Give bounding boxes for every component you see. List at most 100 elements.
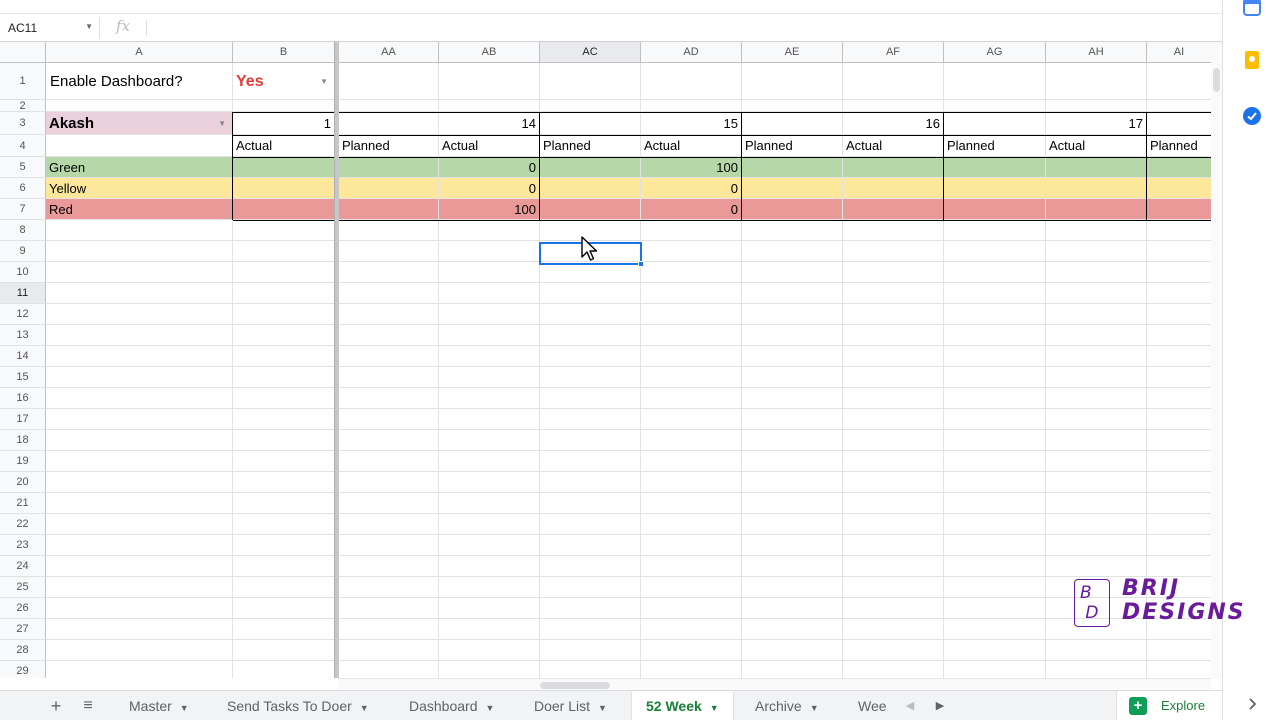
cell-ad13[interactable]: [641, 325, 742, 346]
column-header-af[interactable]: AF: [843, 42, 944, 63]
cell-ai5[interactable]: [1147, 157, 1212, 178]
cell-a16[interactable]: [46, 388, 233, 409]
cell-ae24[interactable]: [742, 556, 843, 577]
row-header[interactable]: 21: [0, 493, 46, 514]
cell-ab5[interactable]: 0: [439, 157, 540, 178]
cell-ah11[interactable]: [1046, 283, 1147, 304]
cell-a8[interactable]: [46, 220, 233, 241]
tasks-icon[interactable]: [1242, 106, 1262, 126]
cell-a7[interactable]: Red: [46, 199, 233, 220]
cell-ag16[interactable]: [944, 388, 1046, 409]
cell-aa18[interactable]: [339, 430, 439, 451]
cell-ac20[interactable]: [540, 472, 641, 493]
row-header[interactable]: 5: [0, 157, 46, 178]
keep-icon[interactable]: [1242, 50, 1262, 70]
cell-ab14[interactable]: [439, 346, 540, 367]
cell-ah12[interactable]: [1046, 304, 1147, 325]
cell-ah9[interactable]: [1046, 241, 1147, 262]
cell-ac18[interactable]: [540, 430, 641, 451]
cell-ac13[interactable]: [540, 325, 641, 346]
sheet-tab-week-truncated[interactable]: Wee: [844, 691, 892, 720]
cell-ae10[interactable]: [742, 262, 843, 283]
cell-ae9[interactable]: [742, 241, 843, 262]
cell-ae19[interactable]: [742, 451, 843, 472]
cell-ab25[interactable]: [439, 577, 540, 598]
cell-ac22[interactable]: [540, 514, 641, 535]
cell-ag7[interactable]: [944, 199, 1046, 220]
row-header[interactable]: 19: [0, 451, 46, 472]
cell-af25[interactable]: [843, 577, 944, 598]
select-all-corner[interactable]: [0, 42, 46, 63]
cell-ag3[interactable]: [944, 112, 1046, 135]
cell-ab16[interactable]: [439, 388, 540, 409]
cell-af11[interactable]: [843, 283, 944, 304]
cell-ah17[interactable]: [1046, 409, 1147, 430]
cell-ae1[interactable]: [742, 63, 843, 100]
cell-ae20[interactable]: [742, 472, 843, 493]
cell-ah16[interactable]: [1046, 388, 1147, 409]
cell-ab11[interactable]: [439, 283, 540, 304]
cell-ac5[interactable]: [540, 157, 641, 178]
cell-ab23[interactable]: [439, 535, 540, 556]
cell-ah10[interactable]: [1046, 262, 1147, 283]
cell-ai7[interactable]: [1147, 199, 1212, 220]
cell-af16[interactable]: [843, 388, 944, 409]
cell-ad11[interactable]: [641, 283, 742, 304]
scroll-thumb[interactable]: [540, 682, 610, 689]
cell-ae27[interactable]: [742, 619, 843, 640]
sheet-tab-archive[interactable]: Archive ▼: [741, 691, 833, 720]
cell-ab24[interactable]: [439, 556, 540, 577]
row-header[interactable]: 8: [0, 220, 46, 241]
cell-a12[interactable]: [46, 304, 233, 325]
cell-b8[interactable]: [233, 220, 335, 241]
cell-af28[interactable]: [843, 640, 944, 661]
cell-ae8[interactable]: [742, 220, 843, 241]
cell-ad25[interactable]: [641, 577, 742, 598]
cell-a18[interactable]: [46, 430, 233, 451]
cell-b19[interactable]: [233, 451, 335, 472]
cell-aa15[interactable]: [339, 367, 439, 388]
column-header-ag[interactable]: AG: [944, 42, 1046, 63]
plus-icon[interactable]: +: [42, 691, 70, 720]
cell-a19[interactable]: [46, 451, 233, 472]
row-header[interactable]: 4: [0, 135, 46, 157]
cell-ah6[interactable]: [1046, 178, 1147, 199]
cell-ag2[interactable]: [944, 100, 1046, 112]
cell-b11[interactable]: [233, 283, 335, 304]
cell-ae12[interactable]: [742, 304, 843, 325]
cell-b6[interactable]: [233, 178, 335, 199]
cell-ac7[interactable]: [540, 199, 641, 220]
row-header[interactable]: 27: [0, 619, 46, 640]
cell-ai10[interactable]: [1147, 262, 1212, 283]
cell-b25[interactable]: [233, 577, 335, 598]
row-header[interactable]: 18: [0, 430, 46, 451]
cell-ae2[interactable]: [742, 100, 843, 112]
cell-af15[interactable]: [843, 367, 944, 388]
cell-ad7[interactable]: 0: [641, 199, 742, 220]
cell-b28[interactable]: [233, 640, 335, 661]
cell-aa13[interactable]: [339, 325, 439, 346]
cell-a6[interactable]: Yellow: [46, 178, 233, 199]
cell-ad4[interactable]: Actual: [641, 135, 742, 157]
cell-af14[interactable]: [843, 346, 944, 367]
cell-b23[interactable]: [233, 535, 335, 556]
cell-af24[interactable]: [843, 556, 944, 577]
column-header-b[interactable]: B: [233, 42, 335, 63]
cell-ah23[interactable]: [1046, 535, 1147, 556]
cell-ai29[interactable]: [1147, 661, 1212, 678]
cell-ag21[interactable]: [944, 493, 1046, 514]
cell-ai19[interactable]: [1147, 451, 1212, 472]
cell-ab10[interactable]: [439, 262, 540, 283]
cell-ag29[interactable]: [944, 661, 1046, 678]
cell-a11[interactable]: [46, 283, 233, 304]
sheet-tab-doer-list[interactable]: Doer List ▼: [520, 691, 621, 720]
column-header-ac[interactable]: AC: [540, 42, 641, 63]
cell-ad9[interactable]: [641, 241, 742, 262]
cell-ai1[interactable]: [1147, 63, 1212, 100]
cell-ad26[interactable]: [641, 598, 742, 619]
cell-ah4[interactable]: Actual: [1046, 135, 1147, 157]
cell-ag5[interactable]: [944, 157, 1046, 178]
cell-aa24[interactable]: [339, 556, 439, 577]
cell-ac1[interactable]: [540, 63, 641, 100]
cell-ac2[interactable]: [540, 100, 641, 112]
